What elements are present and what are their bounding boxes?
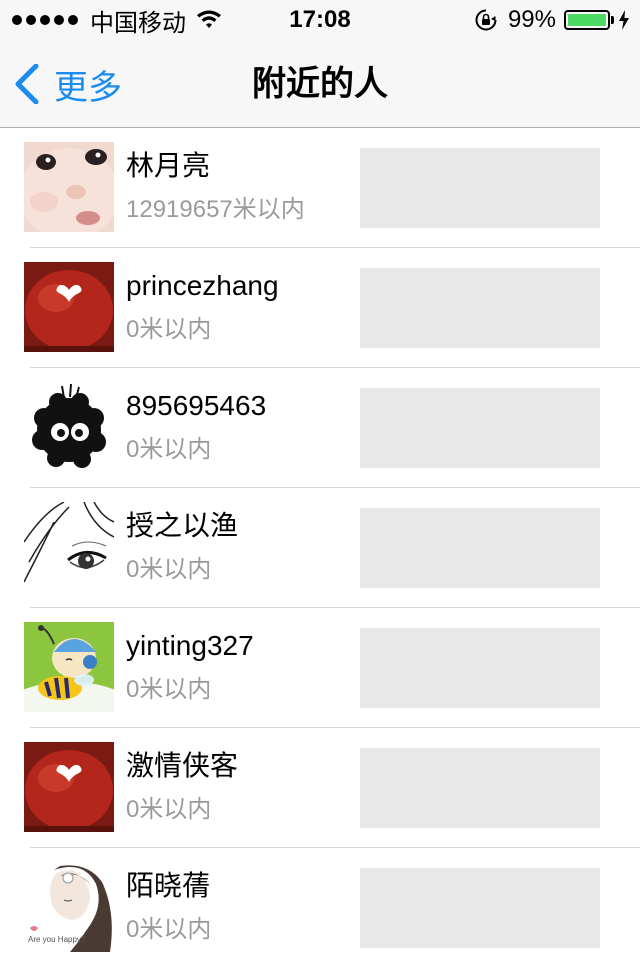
- sketch-eye-avatar: [24, 502, 114, 592]
- navigation-bar: 更多 附近的人: [0, 40, 640, 128]
- person-name: 895695463: [126, 390, 267, 421]
- list-item[interactable]: princezhang 0米以内: [0, 248, 640, 368]
- image-placeholder: [360, 148, 600, 228]
- person-name: 林月亮: [126, 150, 211, 181]
- battery-cap: [611, 16, 614, 24]
- status-bar: 中国移动 17:08 99%: [0, 0, 640, 40]
- person-distance: 12919657米以内: [126, 196, 305, 223]
- person-distance: 0米以内: [126, 676, 212, 703]
- person-distance: 0米以内: [126, 916, 212, 943]
- person-distance: 0米以内: [126, 796, 212, 823]
- nearby-people-list: 林月亮 12919657米以内 princezhang 0米以内 8956954…: [0, 128, 640, 960]
- status-right: 99%: [474, 6, 630, 34]
- image-placeholder: [360, 868, 600, 948]
- list-item[interactable]: 激情侠客 0米以内: [0, 728, 640, 848]
- person-distance: 0米以内: [126, 556, 212, 583]
- list-item[interactable]: 895695463 0米以内: [0, 368, 640, 488]
- image-placeholder: [360, 388, 600, 468]
- person-name: 授之以渔: [126, 510, 239, 541]
- image-placeholder: [360, 268, 600, 348]
- person-name: yinting327: [126, 630, 254, 661]
- person-distance: 0米以内: [126, 436, 212, 463]
- rotation-lock-icon: [475, 9, 497, 31]
- list-item[interactable]: yinting327 0米以内: [0, 608, 640, 728]
- list-item[interactable]: 林月亮 12919657米以内: [0, 128, 640, 248]
- baby-face-avatar: [24, 142, 114, 232]
- soot-sprite-avatar: [24, 382, 114, 472]
- image-placeholder: [360, 628, 600, 708]
- red-apple-avatar: [24, 262, 114, 352]
- avatar-caption: Are you Happy?: [28, 935, 86, 944]
- girl-drawing-avatar: Are you Happy?: [24, 862, 114, 952]
- page-title: 附近的人: [252, 65, 388, 103]
- charging-bolt-icon: [619, 10, 629, 30]
- battery-level: [568, 14, 606, 26]
- battery-icon: [564, 10, 610, 30]
- battery-percent: 99%: [507, 6, 556, 33]
- cartoon-bee-avatar: [24, 622, 114, 712]
- person-name: princezhang: [126, 270, 279, 301]
- person-name: 激情侠客: [126, 750, 239, 781]
- person-distance: 0米以内: [126, 316, 212, 343]
- image-placeholder: [360, 508, 600, 588]
- image-placeholder: [360, 748, 600, 828]
- list-item[interactable]: Are you Happy? 陌晓蒨 0米以内: [0, 848, 640, 960]
- red-apple-avatar: [24, 742, 114, 832]
- list-item[interactable]: 授之以渔 0米以内: [0, 488, 640, 608]
- person-name: 陌晓蒨: [126, 870, 211, 901]
